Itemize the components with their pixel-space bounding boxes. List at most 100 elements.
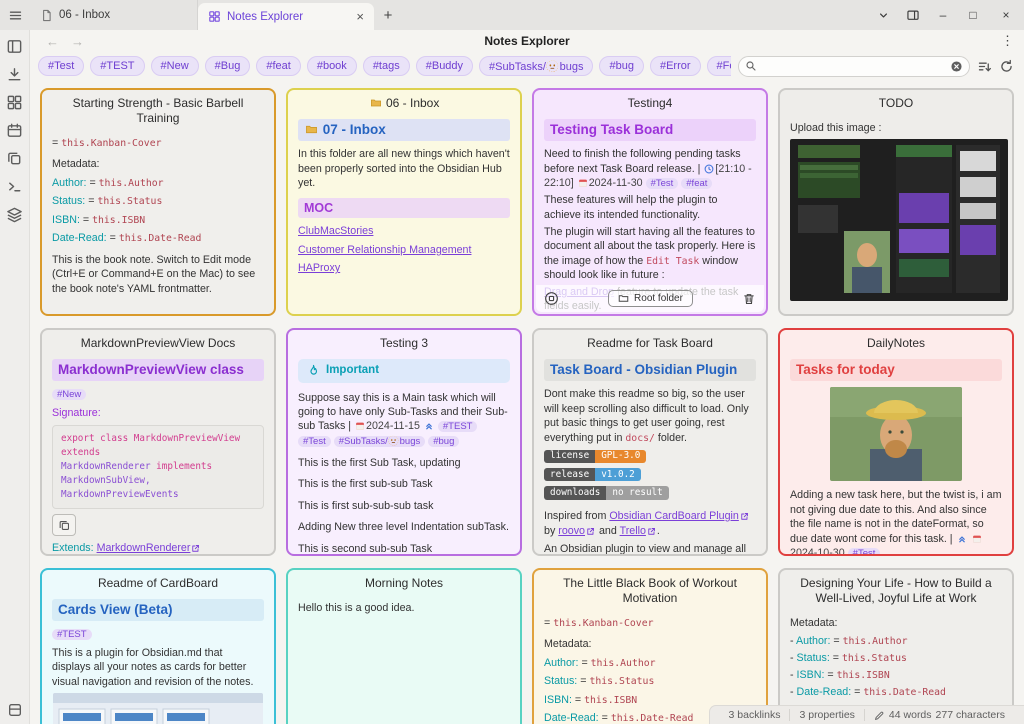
card-starting-strength[interactable]: Starting Strength - Basic Barbell Traini… <box>40 88 276 316</box>
tag[interactable]: #Test <box>847 547 881 554</box>
refresh-icon[interactable] <box>999 59 1014 74</box>
back-arrow[interactable]: ← <box>46 34 59 49</box>
tag-pill[interactable]: #New <box>150 56 199 76</box>
external-link[interactable]: MarkdownRenderer <box>97 542 191 554</box>
tag[interactable]: #Test <box>645 178 679 190</box>
tag-pill[interactable]: #Test <box>38 56 85 76</box>
tag[interactable]: #SubTasks/🫥bugs <box>333 436 426 448</box>
tag-pill[interactable]: #Buddy <box>415 56 474 76</box>
tab-close-icon[interactable]: × <box>356 9 364 24</box>
trash-icon[interactable] <box>742 292 756 306</box>
card-body: Testing Task Board Need to finish the fo… <box>534 114 766 314</box>
clear-search-icon[interactable] <box>950 60 963 73</box>
card-testing3[interactable]: Testing 3 Important Suppose say this is … <box>286 328 522 556</box>
tag-pill[interactable]: #feat <box>256 56 301 76</box>
card-body: Tasks for today Adding a new task here, … <box>780 354 1012 554</box>
tag-pill[interactable]: #Bug <box>204 56 251 76</box>
note-heading: Cards View (Beta) <box>52 599 264 622</box>
search-input[interactable] <box>762 60 945 72</box>
tag-pill[interactable]: #SubTasks/🫥bugs <box>479 56 594 76</box>
card-title: TODO <box>878 96 914 110</box>
notes-explorer-icon[interactable] <box>6 94 23 111</box>
internal-link[interactable]: Customer Relationship Management <box>298 244 471 256</box>
search-icon <box>745 60 757 72</box>
card-todo[interactable]: TODO Upload this image : <box>778 88 1014 316</box>
forward-arrow[interactable]: → <box>71 34 84 49</box>
backlinks-status[interactable]: 3 backlinks <box>720 709 790 721</box>
copy-code-button[interactable] <box>52 514 76 537</box>
card-workout-motivation[interactable]: The Little Black Book of Workout Motivat… <box>532 568 768 724</box>
card-footer: Root folder <box>536 285 764 312</box>
tag[interactable]: #feat <box>681 178 713 190</box>
tab-list-chevron-icon[interactable] <box>868 0 898 30</box>
sidebar-toggle-icon[interactable] <box>898 0 928 30</box>
card-cardboard-readme[interactable]: Readme of CardBoard Cards View (Beta) #T… <box>40 568 276 724</box>
tag[interactable]: #bug <box>428 436 460 448</box>
card-markdownpreviewview-docs[interactable]: MarkdownPreviewView Docs MarkdownPreview… <box>40 328 276 556</box>
card-stack-icon[interactable] <box>6 206 23 223</box>
card-title: Starting Strength - Basic Barbell Traini… <box>72 96 244 125</box>
card-title: Morning Notes <box>364 576 444 590</box>
app-window: 06 - Inbox Notes Explorer × + – □ × ← → … <box>0 0 1024 724</box>
tag[interactable]: #Test <box>298 436 331 448</box>
external-link-icon <box>586 527 595 536</box>
card-inbox[interactable]: 06 - Inbox 07 - Inbox In this folder are… <box>286 88 522 316</box>
internal-link[interactable]: ClubMacStories <box>298 225 373 237</box>
note-heading: Tasks for today <box>790 359 1002 382</box>
more-options-icon[interactable]: ⋮ <box>1001 33 1014 49</box>
copy-card-icon[interactable] <box>544 291 559 306</box>
calendar-icon <box>578 178 588 188</box>
tag-pill[interactable]: #Feat <box>706 56 731 76</box>
note-icon <box>40 9 53 22</box>
new-tab-button[interactable]: + <box>374 0 402 30</box>
panel-layout-icon[interactable] <box>6 38 23 55</box>
external-link[interactable]: Obsidian CardBoard Plugin <box>609 510 739 522</box>
minimize-button[interactable]: – <box>928 0 958 30</box>
card-taskboard-readme[interactable]: Readme for Task Board Task Board - Obsid… <box>532 328 768 556</box>
card-testing4[interactable]: Testing4 Testing Task Board Need to fini… <box>532 88 768 316</box>
external-link-icon <box>191 544 200 553</box>
note-heading: Task Board - Obsidian Plugin <box>544 359 756 382</box>
cards-icon <box>208 10 221 23</box>
card-dailynotes[interactable]: DailyNotes Tasks for today Adding a new … <box>778 328 1014 556</box>
sort-icon[interactable] <box>977 59 992 74</box>
tag-pill[interactable]: #TEST <box>90 56 145 76</box>
priority-high-icon <box>424 421 434 431</box>
properties-status[interactable]: 3 properties <box>789 709 863 721</box>
copy-note-icon[interactable] <box>6 150 23 167</box>
left-ribbon <box>0 30 30 724</box>
folder-icon <box>370 97 382 109</box>
close-button[interactable]: × <box>988 0 1024 30</box>
vault-icon[interactable] <box>7 702 23 718</box>
card-body: 07 - Inbox In this folder are all new th… <box>288 114 520 314</box>
word-count-status[interactable]: 44 words 277 characters <box>863 709 1014 721</box>
terminal-icon[interactable] <box>6 178 23 195</box>
tag-pill[interactable]: #book <box>306 56 357 76</box>
tag-pill[interactable]: #bug <box>599 56 644 76</box>
portrait-image <box>830 387 962 482</box>
folder-icon <box>618 293 629 304</box>
import-notes-icon[interactable] <box>6 66 23 83</box>
tag-pill[interactable]: #tags <box>362 56 410 76</box>
tag[interactable]: #TEST <box>52 629 92 641</box>
card-designing-your-life[interactable]: Designing Your Life - How to Build a Wel… <box>778 568 1014 724</box>
clock-icon <box>704 164 714 174</box>
card-morning-notes[interactable]: Morning Notes Hello this is a good idea. <box>286 568 522 724</box>
tag-pill[interactable]: #Error <box>649 56 701 76</box>
internal-link[interactable]: HAProxy <box>298 262 340 274</box>
external-link[interactable]: Trello <box>620 525 646 537</box>
tab-notes-explorer[interactable]: Notes Explorer × <box>198 3 374 30</box>
card-body: Hello this is a good idea. <box>298 602 415 614</box>
maximize-button[interactable]: □ <box>958 0 988 30</box>
priority-high-icon <box>957 534 967 544</box>
app-menu-icon[interactable] <box>0 0 30 30</box>
downloads-badge: downloads no result <box>544 486 669 500</box>
external-link[interactable]: roovo <box>558 525 585 537</box>
search-box[interactable] <box>738 55 970 77</box>
tab-06-inbox[interactable]: 06 - Inbox <box>30 0 198 30</box>
tag[interactable]: #TEST <box>437 421 478 433</box>
tag[interactable]: #New <box>52 389 87 401</box>
calendar-icon[interactable] <box>6 122 23 139</box>
root-folder-button[interactable]: Root folder <box>608 290 693 307</box>
filter-bar: #Test #TEST #New #Bug #feat #book #tags … <box>30 52 1024 80</box>
